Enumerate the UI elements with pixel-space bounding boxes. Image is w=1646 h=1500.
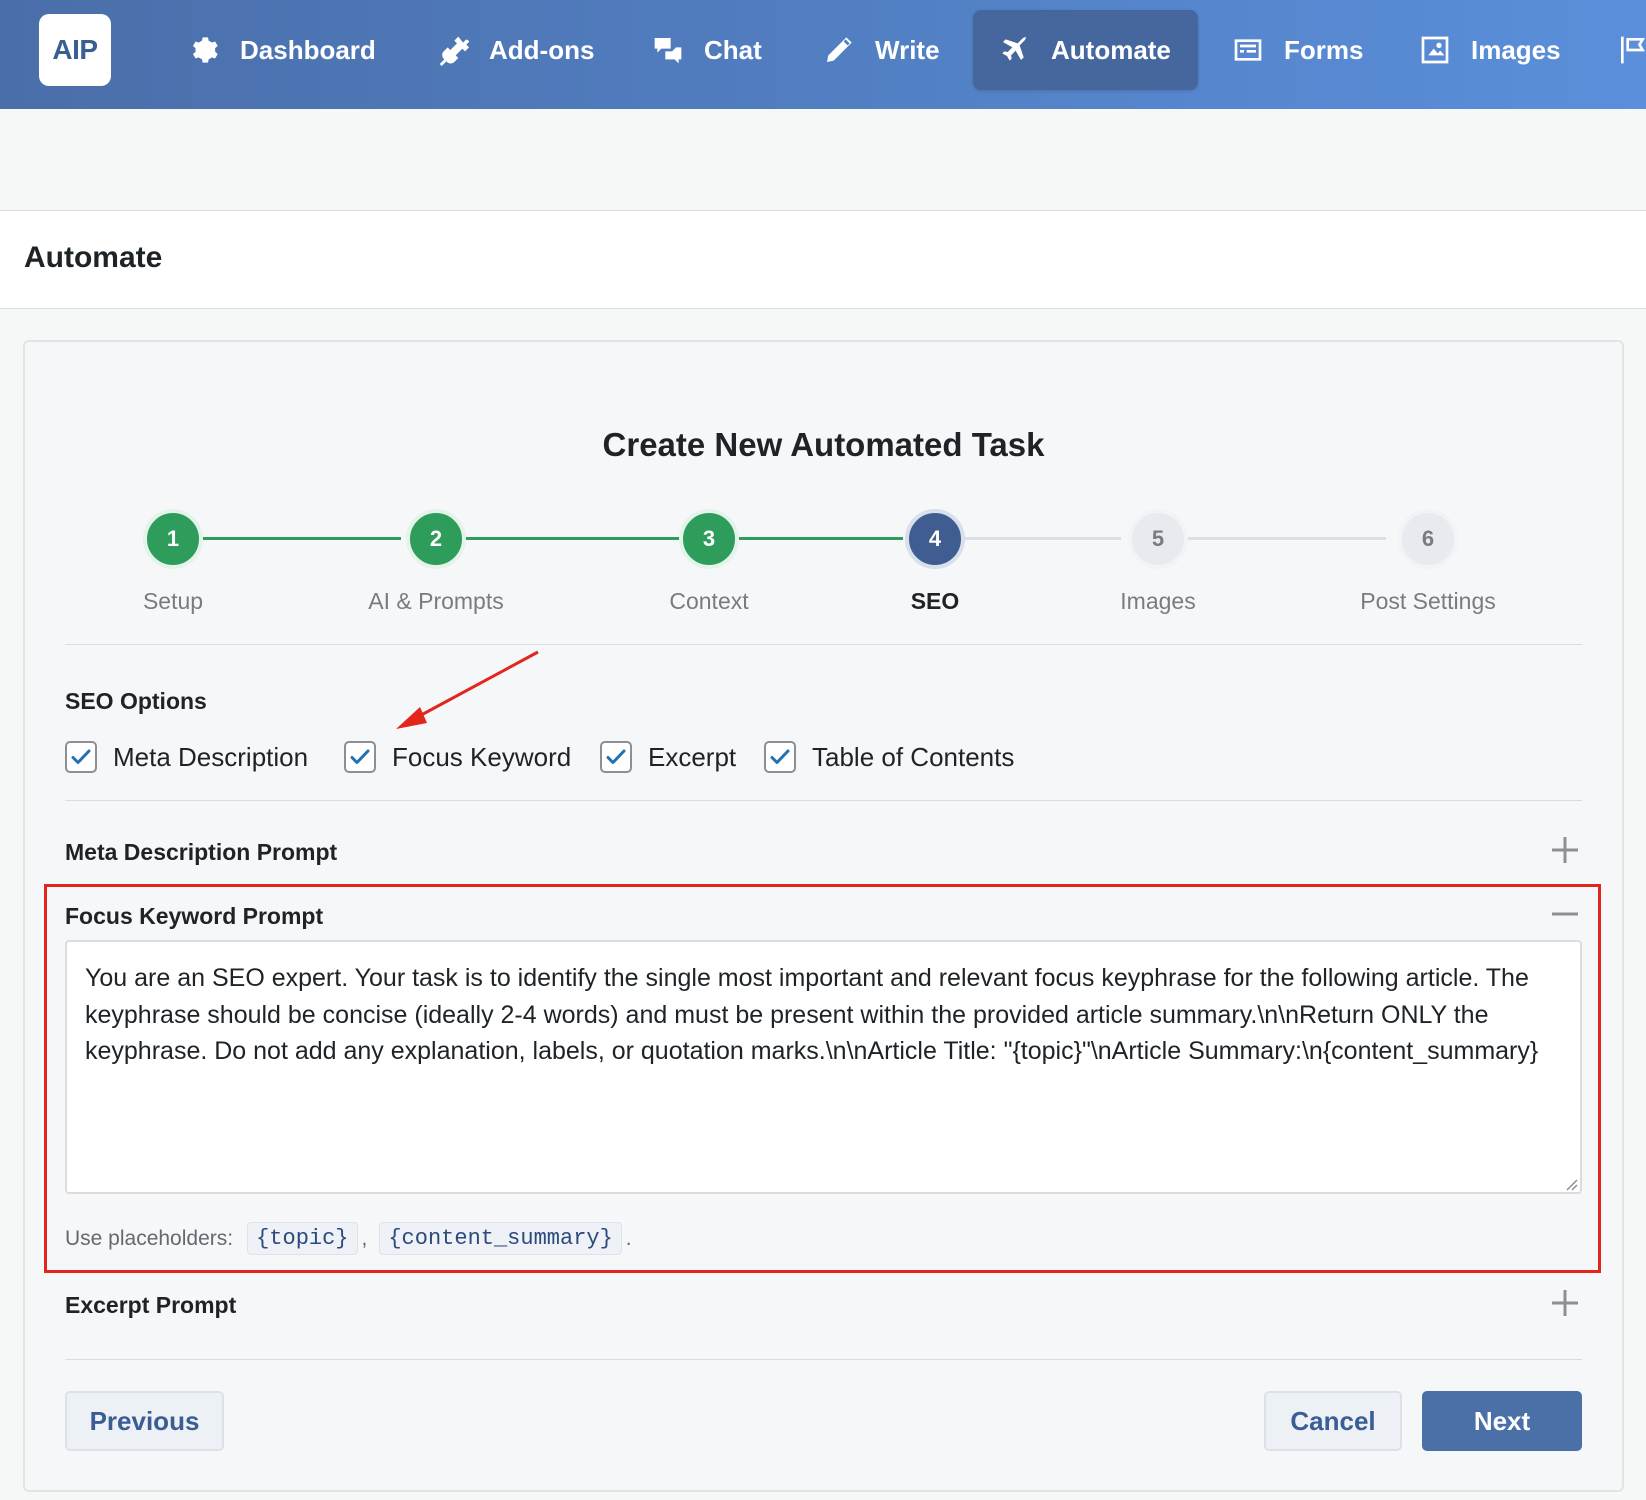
wizard-card: Create New Automated Task 1 2 3 4 5 6 Se…: [23, 340, 1624, 1492]
step-connector: [1169, 537, 1386, 540]
nav-item-label: Forms: [1284, 34, 1364, 65]
step-2-label: AI & Prompts: [368, 588, 504, 614]
nav-item-write[interactable]: Write: [823, 10, 940, 90]
wizard-title: Create New Automated Task: [602, 426, 1045, 463]
minus-icon[interactable]: [1548, 897, 1582, 931]
checkmark-icon: [770, 749, 790, 764]
step-6-indicator: 6: [1398, 509, 1458, 569]
placeholders-label: Use placeholders:: [65, 1226, 234, 1250]
step-3-indicator[interactable]: 3: [679, 509, 739, 569]
checkmark-icon: [71, 749, 91, 764]
option-focus-keyword[interactable]: Focus Keyword: [344, 741, 571, 773]
focus-keyword-prompt-textarea[interactable]: You are an SEO expert. Your task is to i…: [65, 940, 1582, 1194]
resize-handle-icon[interactable]: [1563, 1176, 1579, 1192]
meta-description-prompt-label: Meta Description Prompt: [65, 839, 338, 865]
divider: [65, 800, 1582, 801]
step-3-label: Context: [669, 588, 749, 614]
app-logo[interactable]: AIP: [39, 14, 111, 86]
step-connector: [948, 537, 1121, 540]
placeholder-topic: {topic}: [247, 1222, 358, 1255]
option-excerpt[interactable]: Excerpt: [600, 741, 736, 773]
flag-icon: [1621, 36, 1645, 64]
step-connector: [436, 537, 679, 540]
option-table-of-contents[interactable]: Table of Contents: [764, 741, 1014, 773]
meta-description-checkbox[interactable]: [65, 741, 97, 773]
pencil-icon: [827, 37, 852, 62]
page-title: Automate: [24, 241, 163, 274]
nav-item-dashboard[interactable]: Dashboard: [188, 10, 376, 90]
placeholder-separator: ,: [361, 1226, 368, 1250]
step-5-label: Images: [1120, 588, 1196, 614]
step-connector: [173, 537, 401, 540]
focus-keyword-prompt-label: Focus Keyword Prompt: [65, 903, 324, 929]
step-1-label: Setup: [142, 588, 204, 614]
step-5-indicator: 5: [1128, 509, 1188, 569]
focus-keyword-checkbox[interactable]: [344, 741, 376, 773]
nav-item-images[interactable]: Images: [1419, 10, 1561, 90]
checkmark-icon: [606, 749, 626, 764]
gear-icon: [192, 37, 218, 63]
page-header: Automate: [0, 211, 1646, 309]
next-button[interactable]: Next: [1422, 1391, 1582, 1451]
placeholder-content-summary: {content_summary}: [379, 1222, 622, 1255]
nav-item-label: Add-ons: [489, 34, 595, 65]
nav-item-label: Automate: [1051, 34, 1171, 65]
plus-icon[interactable]: [1548, 833, 1582, 867]
step-6-label: Post Settings: [1360, 588, 1496, 614]
seo-options-title: SEO Options: [65, 688, 207, 714]
plus-icon[interactable]: [1548, 1286, 1582, 1320]
divider: [65, 644, 1582, 645]
nav-item-label: Dashboard: [240, 34, 376, 65]
placeholders-hint: Use placeholders: {topic} , {content_sum…: [65, 1222, 632, 1255]
cancel-button[interactable]: Cancel: [1264, 1391, 1402, 1451]
airplane-icon: [1002, 36, 1027, 61]
divider: [65, 1359, 1582, 1360]
checkmark-icon: [350, 749, 370, 764]
nav-item-add-ons[interactable]: Add-ons: [437, 10, 594, 90]
excerpt-prompt-label: Excerpt Prompt: [65, 1292, 237, 1318]
meta-description-prompt-header[interactable]: Meta Description Prompt: [65, 833, 1582, 873]
chat-bubbles-icon: [654, 38, 682, 64]
step-connector: [719, 537, 903, 540]
nav-item-automate[interactable]: Automate: [973, 10, 1198, 90]
table-of-contents-checkbox[interactable]: [764, 741, 796, 773]
placeholder-end: .: [625, 1226, 632, 1250]
excerpt-label: Excerpt: [648, 741, 737, 772]
notice-area: [0, 109, 1646, 211]
meta-description-label: Meta Description: [113, 741, 309, 772]
excerpt-prompt-header[interactable]: Excerpt Prompt: [65, 1286, 1582, 1326]
nav-item-chat[interactable]: Chat: [652, 10, 762, 90]
step-4-indicator[interactable]: 4: [905, 509, 965, 569]
nav-item-label: Images: [1471, 34, 1561, 65]
image-icon: [1421, 36, 1449, 64]
step-4-label: SEO: [910, 588, 960, 614]
step-1-indicator[interactable]: 1: [143, 509, 203, 569]
focus-keyword-label: Focus Keyword: [392, 741, 572, 772]
table-of-contents-label: Table of Contents: [812, 741, 1015, 772]
excerpt-checkbox[interactable]: [600, 741, 632, 773]
nav-item-overflow[interactable]: [1617, 10, 1646, 90]
previous-button[interactable]: Previous: [65, 1391, 224, 1451]
form-icon: [1234, 39, 1262, 61]
nav-item-forms[interactable]: Forms: [1232, 10, 1363, 90]
nav-item-label: Chat: [704, 34, 762, 65]
option-meta-description[interactable]: Meta Description: [65, 741, 308, 773]
top-navigation-bar: AIP Dashboard Add-ons Chat Write Automat…: [0, 0, 1646, 109]
plug-icon: [439, 36, 469, 66]
nav-item-label: Write: [875, 34, 940, 65]
focus-keyword-prompt-header[interactable]: Focus Keyword Prompt: [65, 897, 1582, 937]
step-2-indicator[interactable]: 2: [406, 509, 466, 569]
